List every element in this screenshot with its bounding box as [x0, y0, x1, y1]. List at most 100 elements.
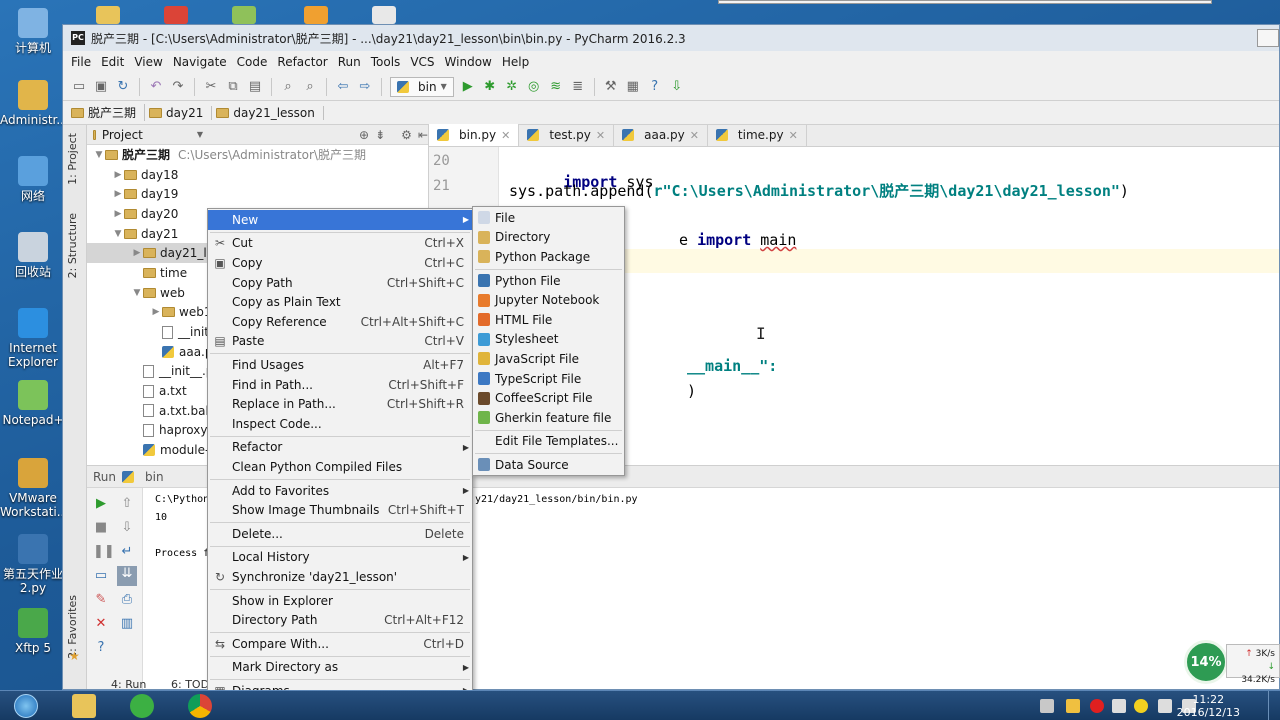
debug-icon[interactable]: ✱: [482, 79, 498, 95]
desktop-icon[interactable]: 计算机: [0, 8, 66, 55]
start-button[interactable]: [6, 693, 46, 719]
menu-item-find-in-path[interactable]: Find in Path... Ctrl+Shift+F: [208, 375, 472, 395]
project-structure-icon[interactable]: ▦: [625, 79, 641, 95]
collapse-all-icon[interactable]: ⇟: [375, 128, 385, 142]
code-line[interactable]: sys.path.append(r"C:\Users\Administrator…: [509, 180, 1129, 201]
soft-wrap-icon[interactable]: ↵: [119, 544, 135, 560]
favorites-star-icon[interactable]: ★: [69, 649, 80, 663]
new-coffeescript-file[interactable]: CoffeeScript File: [473, 388, 624, 408]
expand-arrow-icon[interactable]: ▼: [112, 229, 124, 239]
desktop-icon[interactable]: Internet Explorer: [0, 308, 66, 369]
expand-arrow-icon[interactable]: ▶: [150, 307, 162, 317]
scroll-to-end-icon[interactable]: ⇊: [117, 566, 137, 586]
new-directory[interactable]: Directory: [473, 228, 624, 248]
new-file[interactable]: File: [473, 208, 624, 228]
menu-help[interactable]: Help: [502, 55, 529, 69]
menu-item-cut[interactable]: ✂ Cut Ctrl+X: [208, 234, 472, 254]
desktop-icon[interactable]: Notepad+: [0, 380, 66, 427]
menu-refactor[interactable]: Refactor: [277, 55, 327, 69]
profile-icon[interactable]: ◎: [526, 79, 542, 95]
redo-icon[interactable]: ↷: [170, 79, 186, 95]
copy-icon[interactable]: ⧉: [225, 79, 241, 95]
forward-icon[interactable]: ⇨: [357, 79, 373, 95]
rerun-icon[interactable]: ▶: [93, 496, 109, 512]
tab-aaa-py[interactable]: aaa.py ✕: [614, 124, 708, 146]
tab-project[interactable]: 1: Project: [66, 133, 79, 185]
menu-item-copy-reference[interactable]: Copy Reference Ctrl+Alt+Shift+C: [208, 312, 472, 332]
expand-arrow-icon[interactable]: ▶: [112, 189, 124, 199]
menu-vcs[interactable]: VCS: [410, 55, 434, 69]
tree-item[interactable]: ▶ day18: [87, 165, 428, 185]
menu-item-new[interactable]: New ▶: [208, 210, 472, 230]
close-icon[interactable]: ✕: [501, 129, 510, 142]
scroll-from-source-icon[interactable]: ⊕: [359, 128, 369, 142]
desktop-icon[interactable]: Administr...: [0, 80, 68, 127]
close-icon[interactable]: ✕: [690, 129, 699, 142]
code-line[interactable]: ): [687, 382, 696, 400]
menu-item-directory-path[interactable]: Directory Path Ctrl+Alt+F12: [208, 610, 472, 630]
close-icon[interactable]: ✕: [789, 129, 798, 142]
restore-layout-icon[interactable]: ▭: [93, 568, 109, 584]
pin-icon[interactable]: ✎: [93, 592, 109, 608]
taskbar-chrome[interactable]: [180, 693, 220, 719]
down-icon[interactable]: ⇩: [119, 520, 135, 536]
network-icon[interactable]: [1158, 699, 1172, 713]
hide-icon[interactable]: ⇤: [418, 128, 428, 142]
tray-app-icon[interactable]: [1134, 699, 1148, 713]
expand-arrow-icon[interactable]: ▶: [112, 209, 124, 219]
cut-icon[interactable]: ✂: [203, 79, 219, 95]
desktop-app-icon[interactable]: [232, 6, 256, 24]
help-icon[interactable]: ?: [93, 640, 109, 656]
delete-icon[interactable]: ▥: [119, 616, 135, 632]
open-icon[interactable]: ▭: [71, 79, 87, 95]
taskbar-360-browser[interactable]: [122, 693, 162, 719]
menu-item-show-in-explorer[interactable]: Show in Explorer: [208, 591, 472, 611]
menu-item-delete[interactable]: Delete... Delete: [208, 524, 472, 544]
save-all-icon[interactable]: ▣: [93, 79, 109, 95]
menu-item-synchronize-day21-lesson[interactable]: ↻ Synchronize 'day21_lesson': [208, 567, 472, 587]
menu-item-refactor[interactable]: Refactor ▶: [208, 438, 472, 458]
new-python-package[interactable]: Python Package: [473, 247, 624, 267]
bottom-tab-todo[interactable]: 6: TOD: [171, 678, 209, 689]
expand-arrow-icon[interactable]: ▼: [131, 288, 143, 298]
clock[interactable]: 11:22 2016/12/13: [1177, 693, 1240, 719]
tab-structure[interactable]: 2: Structure: [66, 213, 79, 278]
new-jupyter-notebook[interactable]: Jupyter Notebook: [473, 290, 624, 310]
menu-item-find-usages[interactable]: Find Usages Alt+F7: [208, 355, 472, 375]
undo-icon[interactable]: ↶: [148, 79, 164, 95]
print-icon[interactable]: ⎙: [119, 592, 135, 608]
paste-icon[interactable]: ▤: [247, 79, 263, 95]
breadcrumb-item[interactable]: day21_lesson: [216, 105, 324, 120]
expand-arrow-icon[interactable]: ▶: [131, 248, 143, 258]
settings-icon[interactable]: ⚒: [603, 79, 619, 95]
record-icon[interactable]: [1090, 699, 1104, 713]
desktop-app-icon[interactable]: [96, 6, 120, 24]
show-desktop-button[interactable]: [1268, 691, 1280, 720]
menu-item-paste[interactable]: ▤ Paste Ctrl+V: [208, 332, 472, 352]
close-icon[interactable]: ✕: [596, 129, 605, 142]
menu-item-copy-path[interactable]: Copy Path Ctrl+Shift+C: [208, 273, 472, 293]
menu-file[interactable]: File: [71, 55, 91, 69]
menu-tools[interactable]: Tools: [371, 55, 401, 69]
breadcrumb-item[interactable]: 脱产三期: [71, 104, 146, 121]
tray-app-icon[interactable]: [1112, 699, 1126, 713]
new-stylesheet[interactable]: Stylesheet: [473, 330, 624, 350]
help-icon[interactable]: ?: [647, 79, 663, 95]
new-edit-file-templates[interactable]: Edit File Templates...: [473, 432, 624, 452]
desktop-app-icon[interactable]: [164, 6, 188, 24]
find-icon[interactable]: ⌕: [280, 79, 296, 95]
sync-icon[interactable]: ↻: [115, 79, 131, 95]
tray-app-icon[interactable]: [1066, 699, 1080, 713]
bottom-tab-run[interactable]: 4: Run: [111, 678, 146, 689]
vcs-icon[interactable]: ⇩: [669, 79, 685, 95]
window-control-button[interactable]: [1257, 29, 1279, 47]
project-panel-title[interactable]: Project: [102, 128, 143, 142]
menu-item-show-image-thumbnails[interactable]: Show Image Thumbnails Ctrl+Shift+T: [208, 500, 472, 520]
menu-run[interactable]: Run: [338, 55, 361, 69]
desktop-icon[interactable]: 网络: [0, 156, 66, 203]
new-javascript-file[interactable]: JavaScript File: [473, 349, 624, 369]
expand-arrow-icon[interactable]: ▼: [93, 150, 105, 160]
code-line[interactable]: e import main: [679, 231, 796, 249]
menu-item-replace-in-path[interactable]: Replace in Path... Ctrl+Shift+R: [208, 394, 472, 414]
tab-bin-py[interactable]: bin.py ✕: [429, 124, 520, 146]
